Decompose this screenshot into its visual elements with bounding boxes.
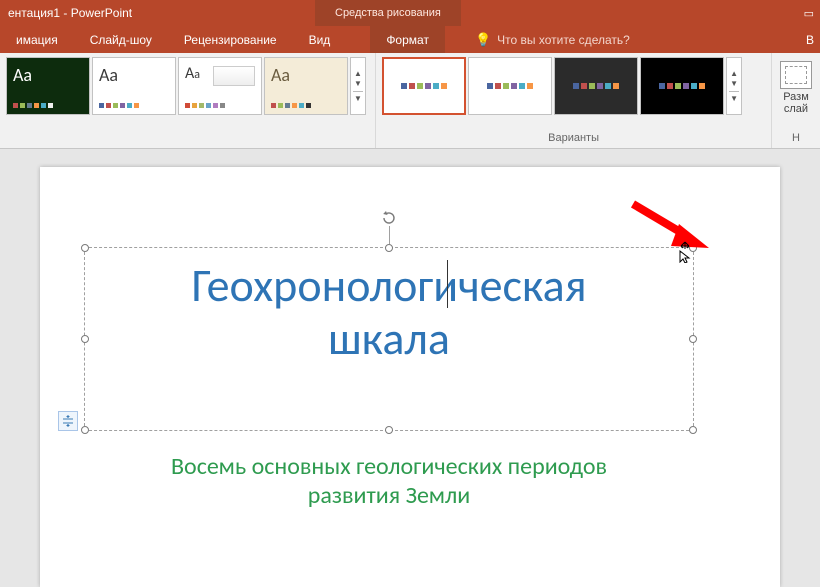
rotate-handle-icon[interactable] (381, 210, 397, 226)
resize-handle[interactable] (689, 426, 697, 434)
tab-view[interactable]: Вид (293, 26, 347, 53)
themes-more-dropdown[interactable]: ▲▼▼ (350, 57, 366, 115)
theme-thumbnail[interactable]: Aa (6, 57, 90, 115)
slide-size-group: Разм слай Н (772, 53, 820, 148)
subtitle-line-2: развития Земли (84, 482, 694, 511)
tab-animation[interactable]: имация (0, 26, 74, 53)
slide-canvas-area: Геохронологическая шкала Восемь основных… (0, 149, 820, 584)
ribbon: AaAaAaAa▲▼▼ ▲▼▼ Варианты Разм слай Н (0, 53, 820, 149)
variant-thumbnail[interactable] (554, 57, 638, 115)
title-textbox-selection[interactable]: Геохронологическая шкала (84, 247, 694, 431)
title-line-2: шкала (85, 313, 693, 366)
annotation-arrow (625, 196, 715, 255)
variants-group-label: Варианты (382, 132, 765, 146)
theme-thumbnail[interactable]: Aa (178, 57, 262, 115)
resize-handle[interactable] (81, 426, 89, 434)
variants-group: ▲▼▼ Варианты (376, 53, 772, 148)
tab-format[interactable]: Формат (370, 26, 445, 53)
contextual-tools-label: Средства рисования (315, 0, 461, 26)
slide-size-icon[interactable] (780, 61, 812, 89)
tab-slideshow[interactable]: Слайд-шоу (74, 26, 168, 53)
lightbulb-icon: 💡 (475, 32, 491, 48)
autofit-options-icon[interactable] (58, 411, 78, 431)
themes-group: AaAaAaAa▲▼▼ (0, 53, 376, 148)
document-title: ентация1 - PowerPoint (8, 6, 132, 20)
tell-me-placeholder: Что вы хотите сделать? (497, 33, 630, 47)
resize-handle[interactable] (385, 426, 393, 434)
variant-thumbnail[interactable] (382, 57, 466, 115)
move-cursor-icon (676, 241, 694, 267)
title-bar: ентация1 - PowerPoint Средства рисования… (0, 0, 820, 26)
subtitle-line-1: Восемь основных геологических периодов (84, 453, 694, 482)
slide-size-label-1: Разм (783, 91, 809, 103)
ribbon-options-icon[interactable]: ▭ (804, 7, 814, 20)
subtitle-text[interactable]: Восемь основных геологических периодов р… (84, 453, 694, 511)
variant-thumbnail[interactable] (640, 57, 724, 115)
theme-thumbnail[interactable]: Aa (92, 57, 176, 115)
variant-thumbnail[interactable] (468, 57, 552, 115)
login-fragment[interactable]: В (806, 26, 820, 53)
tell-me-search[interactable]: 💡 Что вы хотите сделать? (475, 26, 630, 53)
slide[interactable]: Геохронологическая шкала Восемь основных… (40, 167, 780, 587)
customize-group-label-frag: Н (792, 132, 800, 146)
ribbon-tabs: имация Слайд-шоу Рецензирование Вид Форм… (0, 26, 820, 53)
theme-thumbnail[interactable]: Aa (264, 57, 348, 115)
slide-size-label-2: слай (783, 103, 809, 115)
title-text[interactable]: Геохронологическая шкала (85, 248, 693, 366)
title-line-1: Геохронологическая (85, 260, 693, 313)
variants-more-dropdown[interactable]: ▲▼▼ (726, 57, 742, 115)
tab-review[interactable]: Рецензирование (168, 26, 293, 53)
text-caret (447, 260, 448, 308)
